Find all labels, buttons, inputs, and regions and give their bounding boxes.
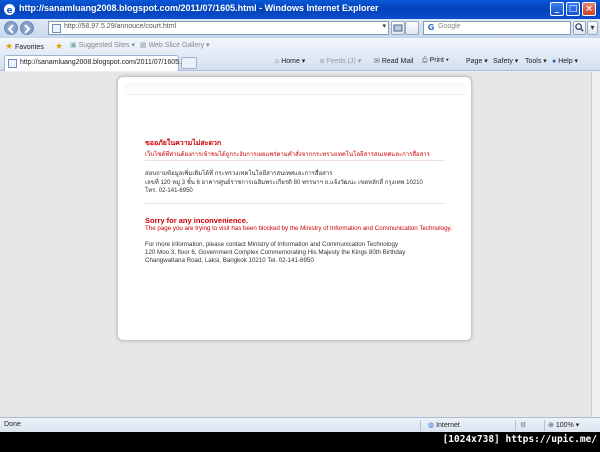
feeds-button[interactable]: ◙ Feeds (J) ▾ bbox=[320, 57, 361, 65]
read-mail-label: Read Mail bbox=[381, 58, 414, 65]
page-icon bbox=[8, 59, 17, 68]
protected-mode-icon[interactable]: ⚙ bbox=[520, 421, 526, 429]
close-button[interactable]: × bbox=[582, 2, 596, 16]
card-header-strip bbox=[124, 83, 465, 95]
search-button[interactable] bbox=[573, 21, 586, 35]
broken-page-icon bbox=[393, 24, 403, 32]
page-icon bbox=[52, 24, 61, 33]
globe-icon: ◍ bbox=[428, 422, 435, 429]
chevron-down-icon[interactable]: ▾ bbox=[382, 22, 386, 30]
english-heading: Sorry for any inconvenience. bbox=[145, 216, 248, 225]
home-icon: ⌂ bbox=[275, 58, 280, 65]
help-label: Help ▾ bbox=[558, 58, 579, 65]
favorites-button[interactable]: ★ Favorites bbox=[5, 41, 44, 52]
window-title: http://sanamluang2008.blogspot.com/2011/… bbox=[19, 3, 379, 13]
favorites-label: Favorites bbox=[15, 44, 44, 51]
address-url: http://58.97.5.29/annouce/court.html bbox=[64, 23, 177, 30]
english-subheading: The page you are trying to visit has bee… bbox=[145, 225, 452, 232]
tab-title: http://sanamluang2008.blogspot.com/2011/… bbox=[20, 59, 187, 66]
zoom-level: 100% bbox=[555, 422, 574, 429]
status-bar: Done ◍ Internet ⚙ ⊕ 100% ▾ bbox=[0, 417, 600, 432]
web-slice-icon: ▦ bbox=[140, 42, 147, 49]
page-menu-button[interactable]: Page ▾ bbox=[466, 57, 488, 65]
favorites-bar: ★ Favorites ★ ▣ Suggested Sites ▾ ▦ Web … bbox=[0, 37, 600, 54]
tools-menu-button[interactable]: Tools ▾ bbox=[525, 57, 547, 65]
chevron-down-icon: ▾ bbox=[575, 422, 580, 429]
zone-label: Internet bbox=[436, 422, 460, 429]
page-viewport: ขออภัยในความไม่สะดวก เว็บไซต์ที่ท่านต้อง… bbox=[0, 72, 600, 417]
help-menu-button[interactable]: ● Help ▾ bbox=[552, 57, 578, 65]
compatibility-view-button[interactable] bbox=[391, 21, 405, 35]
star-icon: ★ bbox=[5, 41, 14, 51]
add-star-icon: ★ bbox=[55, 41, 64, 51]
search-icon bbox=[575, 23, 584, 32]
thai-heading: ขออภัยในความไม่สะดวก bbox=[145, 140, 222, 147]
english-info-line-3: Changwattana Road, Laksi, Bangkok 10210 … bbox=[145, 257, 314, 264]
web-slice-gallery-link[interactable]: ▦ Web Slice Gallery ▾ bbox=[140, 41, 210, 49]
web-slice-gallery-label: Web Slice Gallery ▾ bbox=[148, 42, 210, 49]
english-info-line-2: 120 Moo 3, floor 6, Government Complex C… bbox=[145, 249, 406, 256]
suggested-sites-label: Suggested Sites ▾ bbox=[78, 42, 136, 49]
chevron-down-icon: ▾ bbox=[590, 23, 595, 32]
forward-arrow-icon bbox=[24, 24, 31, 34]
english-info-line-1: For more information, please contact Min… bbox=[145, 241, 399, 248]
print-button[interactable]: ⎙ Print ▾ bbox=[422, 57, 449, 65]
new-tab-button[interactable] bbox=[181, 57, 197, 69]
thai-info-line-3: โทร. 02-141-6950 bbox=[145, 188, 193, 194]
vertical-scrollbar[interactable] bbox=[591, 72, 600, 417]
search-field[interactable]: G Google bbox=[423, 21, 571, 35]
feeds-label: Feeds (J) ▾ bbox=[326, 58, 362, 65]
security-zone[interactable]: ◍ Internet bbox=[428, 421, 460, 429]
printer-icon: ⎙ bbox=[422, 57, 428, 64]
mail-icon: ✉ bbox=[374, 58, 380, 65]
divider bbox=[145, 203, 445, 204]
address-field[interactable]: http://58.97.5.29/annouce/court.html ▾ bbox=[48, 21, 389, 35]
thai-subheading: เว็บไซต์ที่ท่านต้องการเข้าชมได้ถูกระงับก… bbox=[145, 152, 430, 158]
divider bbox=[145, 160, 445, 161]
svg-text:e: e bbox=[6, 6, 12, 16]
suggested-sites-link[interactable]: ▣ Suggested Sites ▾ bbox=[70, 41, 135, 49]
search-options-button[interactable]: ▾ bbox=[587, 21, 598, 35]
ie-logo-icon: e bbox=[4, 4, 15, 16]
status-separator bbox=[515, 420, 516, 431]
status-separator bbox=[420, 420, 421, 431]
status-text: Done bbox=[4, 421, 21, 428]
rss-icon: ◙ bbox=[320, 58, 325, 65]
blocked-notice-card: ขออภัยในความไม่สะดวก เว็บไซต์ที่ท่านต้อง… bbox=[117, 76, 472, 341]
tab-current[interactable]: http://sanamluang2008.blogspot.com/2011/… bbox=[4, 55, 187, 71]
search-placeholder: Google bbox=[438, 23, 461, 30]
address-row: http://58.97.5.29/annouce/court.html ▾ ↻… bbox=[0, 19, 600, 37]
back-arrow-icon bbox=[7, 24, 14, 34]
print-label: Print ▾ bbox=[429, 57, 449, 64]
browser-window: e http://sanamluang2008.blogspot.com/201… bbox=[0, 0, 600, 432]
title-bar: e http://sanamluang2008.blogspot.com/201… bbox=[0, 0, 600, 19]
zoom-icon: ⊕ bbox=[548, 422, 554, 429]
maximize-button[interactable]: □ bbox=[566, 2, 580, 16]
zoom-control[interactable]: ⊕ 100% ▾ bbox=[548, 421, 579, 429]
add-favorite-button[interactable]: ★ bbox=[55, 41, 63, 52]
back-button[interactable] bbox=[4, 21, 18, 35]
minimize-button[interactable]: _ bbox=[550, 2, 564, 16]
read-mail-button[interactable]: ✉ Read Mail bbox=[374, 57, 413, 65]
google-icon: G bbox=[427, 23, 435, 32]
status-separator bbox=[544, 420, 545, 431]
help-icon: ● bbox=[552, 58, 557, 65]
home-label: Home ▾ bbox=[281, 58, 306, 65]
image-caption: [1024x738] https://upic.me/ bbox=[442, 434, 597, 445]
safety-menu-button[interactable]: Safety ▾ bbox=[493, 57, 518, 65]
forward-button[interactable] bbox=[20, 21, 34, 35]
tab-command-bar: http://sanamluang2008.blogspot.com/2011/… bbox=[0, 54, 600, 71]
home-button[interactable]: ⌂ Home ▾ bbox=[275, 57, 305, 65]
site-icon: ▣ bbox=[70, 42, 77, 49]
